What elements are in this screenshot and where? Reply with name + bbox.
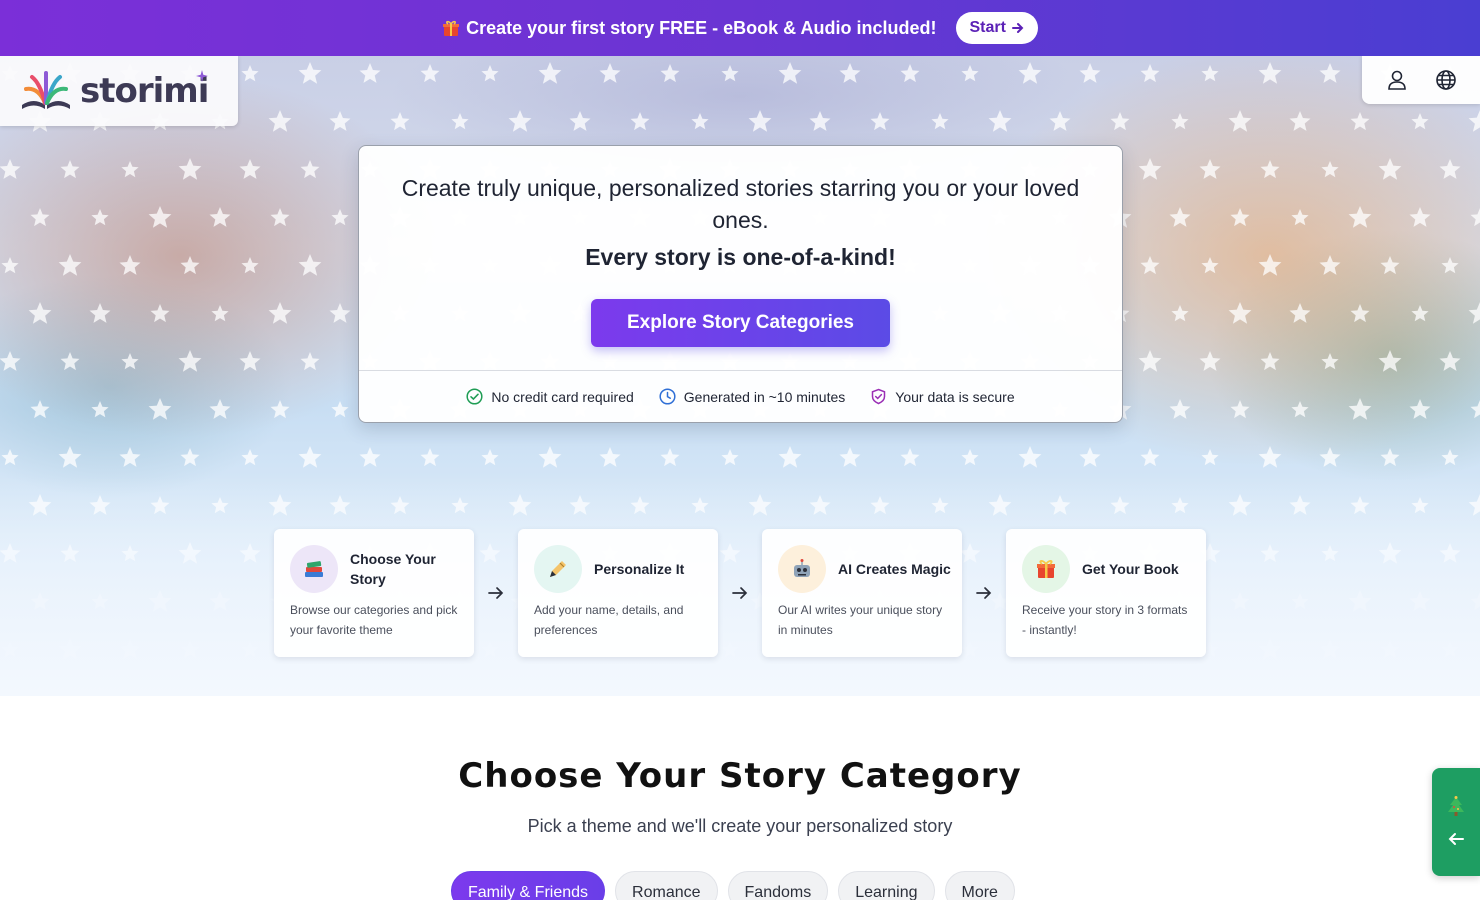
user-icon[interactable] bbox=[1383, 66, 1411, 94]
step-description: Add your name, details, and preferences bbox=[534, 603, 684, 637]
feature-no-credit-card: No credit card required bbox=[466, 388, 634, 405]
start-button[interactable]: Start bbox=[956, 12, 1038, 44]
step-title: AI Creates Magic bbox=[838, 561, 951, 577]
feature-generation-time: Generated in ~10 minutes bbox=[659, 388, 845, 405]
step-ai-creates: AI Creates Magic Our AI writes your uniq… bbox=[762, 529, 962, 657]
sparkle-icon bbox=[196, 70, 208, 82]
arrow-left-icon bbox=[1448, 833, 1464, 845]
globe-icon[interactable] bbox=[1432, 66, 1460, 94]
arrow-right-icon bbox=[1011, 23, 1024, 33]
tab-fandoms[interactable]: Fandoms bbox=[727, 871, 829, 900]
brand-name: storimi bbox=[80, 71, 209, 111]
feature-list: No credit card required Generated in ~10… bbox=[359, 388, 1122, 405]
clock-icon bbox=[659, 388, 676, 405]
shield-check-icon bbox=[872, 388, 886, 405]
category-tabs: Family & Friends Romance Fandoms Learnin… bbox=[451, 871, 1015, 900]
gift-icon bbox=[1022, 545, 1070, 593]
step-title: Choose Your Story bbox=[350, 551, 436, 587]
robot-icon bbox=[778, 545, 826, 593]
hero-tagline: Create truly unique, personalized storie… bbox=[401, 175, 1080, 233]
gift-icon bbox=[442, 19, 460, 37]
promo-text: Create your first story FREE - eBook & A… bbox=[466, 17, 937, 38]
promo-banner: Create your first story FREE - eBook & A… bbox=[0, 0, 1480, 56]
christmas-tree-icon bbox=[1448, 796, 1464, 816]
hero-card: Create truly unique, personalized storie… bbox=[358, 145, 1123, 423]
step-description: Browse our categories and pick your favo… bbox=[290, 603, 458, 637]
explore-categories-button[interactable]: Explore Story Categories bbox=[591, 299, 890, 347]
category-section-subtitle: Pick a theme and we'll create your perso… bbox=[527, 816, 953, 836]
arrow-right-icon bbox=[488, 587, 504, 599]
side-widget-toggle[interactable] bbox=[1432, 768, 1480, 876]
check-circle-icon bbox=[466, 388, 483, 405]
tab-more[interactable]: More bbox=[944, 871, 1015, 900]
tab-family-friends[interactable]: Family & Friends bbox=[451, 871, 606, 900]
open-book-logo-icon bbox=[22, 71, 70, 109]
how-it-works-steps: Choose Your Story Browse our categories … bbox=[274, 529, 1206, 657]
step-description: Receive your story in 3 formats - instan… bbox=[1022, 603, 1188, 637]
step-title: Personalize It bbox=[594, 561, 685, 577]
step-personalize: Personalize It Add your name, details, a… bbox=[518, 529, 718, 657]
tab-learning[interactable]: Learning bbox=[838, 871, 935, 900]
arrow-right-icon bbox=[732, 587, 748, 599]
feature-data-secure: Your data is secure bbox=[870, 388, 1015, 405]
books-icon bbox=[290, 545, 338, 593]
tab-romance[interactable]: Romance bbox=[615, 871, 718, 900]
step-title: Get Your Book bbox=[1082, 561, 1179, 577]
step-choose-story: Choose Your Story Browse our categories … bbox=[274, 529, 474, 657]
writing-hand-icon bbox=[534, 545, 582, 593]
step-description: Our AI writes your unique story in minut… bbox=[778, 603, 943, 637]
logo[interactable]: storimi bbox=[0, 56, 238, 126]
category-section-title: Choose Your Story Category bbox=[458, 756, 1022, 796]
hero-tagline-bold: Every story is one-of-a-kind! bbox=[585, 244, 896, 270]
header-actions bbox=[1362, 56, 1480, 104]
step-get-book: Get Your Book Receive your story in 3 fo… bbox=[1006, 529, 1206, 657]
divider bbox=[359, 370, 1122, 371]
arrow-right-icon bbox=[976, 587, 992, 599]
start-button-label: Start bbox=[969, 19, 1006, 36]
